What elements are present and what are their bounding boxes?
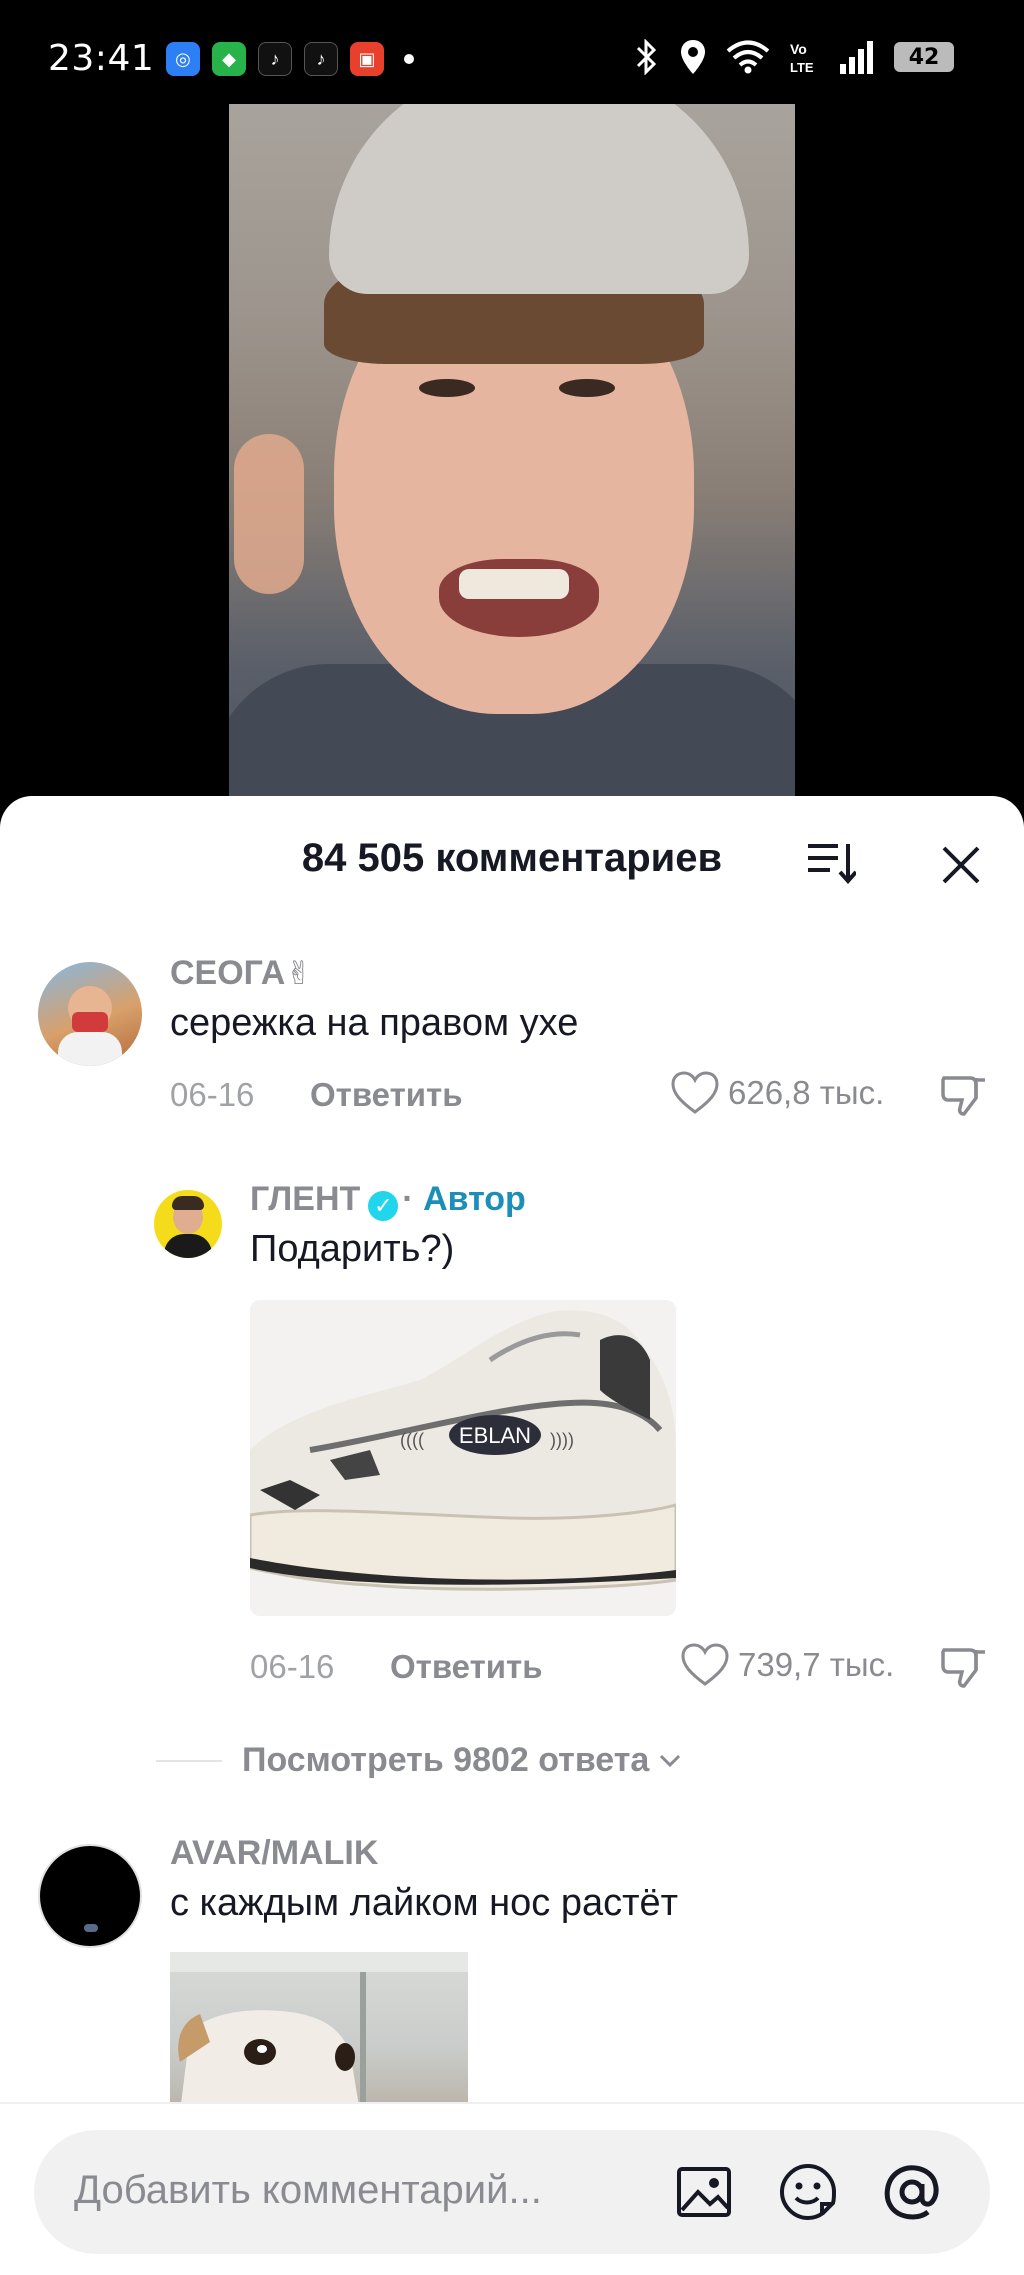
separator-dot: ·	[402, 1180, 424, 1218]
tiktok-icon: ♪	[258, 42, 292, 76]
dislike-icon[interactable]	[940, 1072, 988, 1120]
comment-input[interactable]: Добавить комментарий...	[34, 2130, 990, 2254]
bluetooth-icon	[636, 39, 657, 75]
video-player[interactable]	[229, 104, 795, 804]
comment-text: с каждым лайком нос растёт	[170, 1882, 679, 1924]
more-notifications-dot	[404, 54, 414, 64]
like-button[interactable]: 626,8 тыс.	[670, 1070, 884, 1116]
svg-text:((((: ((((	[400, 1430, 424, 1450]
reply-button[interactable]: Ответить	[390, 1648, 543, 1686]
wifi-icon	[726, 40, 770, 74]
close-icon[interactable]	[940, 844, 982, 886]
sort-icon[interactable]	[806, 840, 856, 884]
comment-username[interactable]: ГЛЕНТ ✓ · Автор	[250, 1180, 526, 1221]
divider	[156, 1759, 222, 1762]
comment-username[interactable]: СЕОГА✌	[170, 954, 312, 993]
comment-text: сережка на правом ухе	[170, 1002, 579, 1044]
status-time: 23:41	[48, 38, 155, 79]
volte-icon: Vo LTE	[790, 41, 814, 75]
notification-icons: ◎ ◆ ♪ ♪ ▣	[166, 42, 414, 76]
video-figure-teeth	[459, 569, 569, 599]
svg-text:LTE: LTE	[790, 60, 814, 75]
reply-button[interactable]: Ответить	[310, 1076, 463, 1114]
author-tag: Автор	[423, 1180, 526, 1218]
comment-date: 06-16	[250, 1648, 335, 1685]
sneaker-image: EBLAN (((( ))))	[250, 1300, 676, 1616]
mention-icon[interactable]	[882, 2162, 942, 2222]
comments-count-title: 84 505 комментариев	[301, 836, 723, 880]
chevron-down-icon	[660, 1754, 681, 1767]
comment-image-dog[interactable]	[170, 1952, 468, 2112]
comment-image-sneaker[interactable]: EBLAN (((( ))))	[250, 1300, 676, 1616]
view-replies-button[interactable]: Посмотреть 9802 ответа	[156, 1741, 683, 1780]
avatar[interactable]	[154, 1190, 222, 1258]
shield-app-icon: ◆	[212, 42, 246, 76]
comment-input-placeholder: Добавить комментарий...	[74, 2168, 542, 2212]
system-icons: Vo LTE 42	[634, 38, 954, 76]
victory-hand-emoji: ✌	[285, 955, 313, 991]
avatar[interactable]	[38, 962, 142, 1066]
username-text: СЕОГА	[170, 954, 286, 992]
app-icon: ▣	[350, 42, 384, 76]
comment-text: Подарить?)	[250, 1228, 455, 1270]
image-icon[interactable]	[674, 2162, 734, 2222]
like-count: 739,7 тыс.	[738, 1646, 895, 1683]
comment-date: 06-16	[170, 1076, 255, 1113]
like-count: 626,8 тыс.	[728, 1074, 885, 1111]
svg-text:)))): ))))	[550, 1430, 574, 1450]
dislike-icon[interactable]	[940, 1644, 988, 1692]
comments-sheet: 84 505 комментариев СЕОГА✌ сережка на пр…	[0, 796, 1024, 2275]
tiktok-icon: ♪	[304, 42, 338, 76]
dog-image	[170, 1952, 468, 2112]
status-bar: 23:41 ◎ ◆ ♪ ♪ ▣ Vo LTE 42	[0, 0, 1024, 110]
svg-text:Vo: Vo	[790, 41, 807, 57]
username-text: ГЛЕНТ	[250, 1180, 361, 1218]
video-figure-eye	[559, 379, 615, 397]
comment-username[interactable]: AVAR/MALIK	[170, 1834, 378, 1873]
sneaker-brand-text: EBLAN	[459, 1423, 531, 1448]
video-figure-cap	[329, 104, 749, 294]
battery-icon: 42	[894, 42, 954, 72]
avatar[interactable]	[38, 1844, 142, 1948]
verified-icon: ✓	[368, 1191, 399, 1221]
browser-icon: ◎	[166, 42, 200, 76]
heart-icon	[681, 1643, 729, 1686]
comment-input-bar: Добавить комментарий...	[0, 2102, 1024, 2275]
video-figure-hand	[234, 434, 304, 594]
video-figure-eye	[419, 379, 475, 397]
emoji-icon[interactable]	[778, 2162, 838, 2222]
view-replies-text: Посмотреть 9802 ответа	[242, 1741, 650, 1779]
signal-icon	[840, 41, 873, 74]
location-icon	[681, 40, 705, 74]
like-button[interactable]: 739,7 тыс.	[680, 1642, 894, 1688]
heart-icon	[671, 1071, 719, 1114]
